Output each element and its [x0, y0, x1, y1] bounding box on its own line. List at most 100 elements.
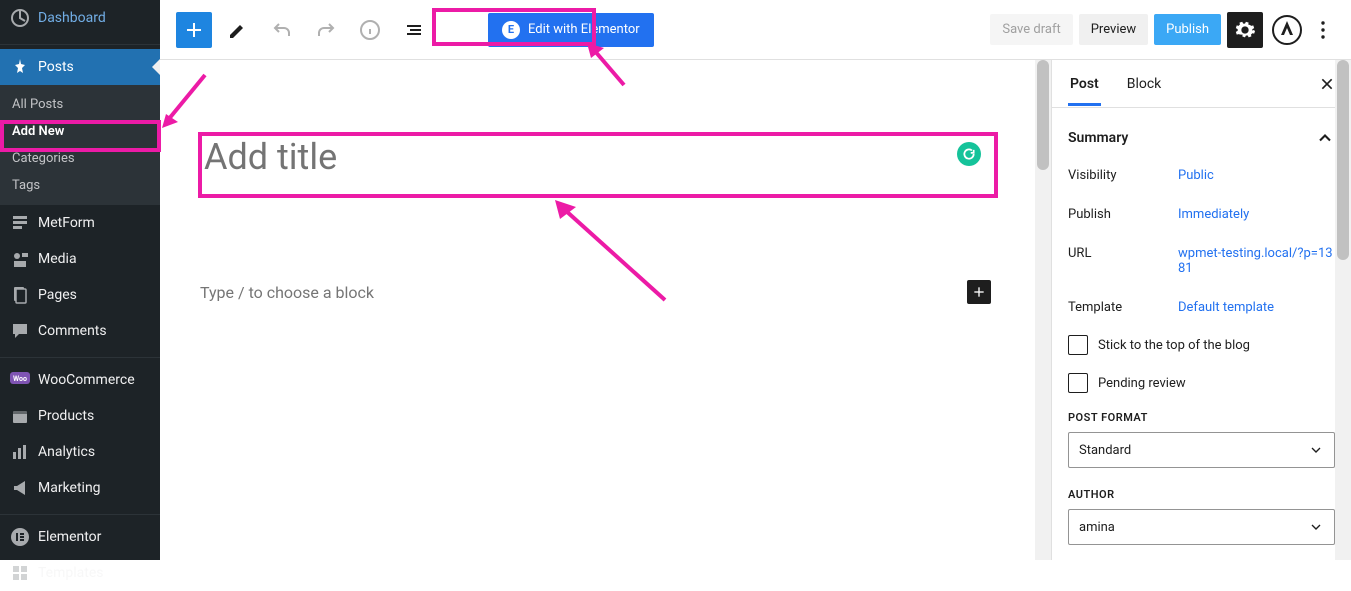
- preview-button[interactable]: Preview: [1079, 14, 1148, 45]
- grammarly-icon[interactable]: [957, 142, 981, 166]
- sidebar-label-media: Media: [38, 251, 77, 267]
- close-settings-button[interactable]: [1319, 76, 1335, 92]
- gear-icon: [1234, 19, 1256, 41]
- stick-checkbox-row[interactable]: Stick to the top of the blog: [1068, 335, 1335, 355]
- more-vertical-icon: [1313, 18, 1333, 42]
- sidebar-label-analytics: Analytics: [38, 444, 95, 460]
- sidebar-item-metform[interactable]: MetForm: [0, 205, 160, 241]
- sidebar-label-pages: Pages: [38, 287, 77, 303]
- undo-button[interactable]: [264, 12, 300, 48]
- slash-prompt-block[interactable]: Type / to choose a block: [200, 280, 991, 304]
- admin-sidebar: Dashboard Posts All Posts Add New Catego…: [0, 0, 160, 560]
- submenu-all-posts[interactable]: All Posts: [0, 91, 160, 118]
- plus-icon: [971, 284, 987, 300]
- scrollbar-thumb[interactable]: [1337, 60, 1349, 260]
- url-value[interactable]: wpmet-testing.local/?p=1381: [1178, 246, 1333, 276]
- submenu-tags[interactable]: Tags: [0, 172, 160, 199]
- sidebar-item-marketing[interactable]: Marketing: [0, 470, 160, 506]
- sidebar-item-dashboard[interactable]: Dashboard: [0, 0, 160, 36]
- summary-panel: Summary Visibility Public Publish Immedi…: [1052, 108, 1335, 545]
- info-button[interactable]: [352, 12, 388, 48]
- sidebar-label-posts: Posts: [38, 59, 74, 75]
- sidebar-item-analytics[interactable]: Analytics: [0, 434, 160, 470]
- sidebar-label-woocommerce: WooCommerce: [38, 372, 135, 388]
- analytics-icon: [10, 442, 30, 462]
- elementor-button-label: Edit with Elementor: [528, 22, 640, 37]
- sidebar-item-comments[interactable]: Comments: [0, 313, 160, 349]
- pending-checkbox[interactable]: [1068, 373, 1088, 393]
- undo-icon: [270, 18, 294, 42]
- stick-checkbox[interactable]: [1068, 335, 1088, 355]
- sidebar-label-elementor: Elementor: [38, 529, 101, 545]
- publish-row[interactable]: Publish Immediately: [1068, 207, 1335, 222]
- submenu-add-new[interactable]: Add New: [0, 118, 160, 145]
- astra-icon: [1272, 15, 1302, 45]
- svg-text:Woo: Woo: [13, 375, 27, 383]
- sidebar-item-posts[interactable]: Posts: [0, 49, 160, 85]
- templates-icon: [10, 563, 30, 583]
- editor-scrollbar[interactable]: [1035, 60, 1051, 560]
- sidebar-item-woocommerce[interactable]: Woo WooCommerce: [0, 362, 160, 398]
- post-format-select[interactable]: Standard: [1068, 432, 1335, 468]
- tab-post[interactable]: Post: [1068, 62, 1101, 106]
- submenu-categories[interactable]: Categories: [0, 145, 160, 172]
- save-draft-button[interactable]: Save draft: [990, 14, 1072, 45]
- list-view-button[interactable]: [396, 12, 432, 48]
- author-label: AUTHOR: [1068, 488, 1335, 501]
- sidebar-item-products[interactable]: Products: [0, 398, 160, 434]
- elementor-badge-icon: E: [502, 21, 520, 39]
- toolbar-left-group: E Edit with Elementor: [176, 12, 654, 48]
- url-row[interactable]: URL wpmet-testing.local/?p=1381: [1068, 246, 1335, 276]
- sidebar-label-metform: MetForm: [38, 215, 95, 231]
- sidebar-item-templates[interactable]: Templates: [0, 555, 160, 591]
- sidebar-item-media[interactable]: Media: [0, 241, 160, 277]
- post-title-input[interactable]: [200, 130, 991, 184]
- sidebar-item-pages[interactable]: Pages: [0, 277, 160, 313]
- form-icon: [10, 213, 30, 233]
- template-row[interactable]: Template Default template: [1068, 300, 1335, 315]
- media-icon: [10, 249, 30, 269]
- add-block-button[interactable]: [176, 12, 212, 48]
- author-select[interactable]: amina: [1068, 509, 1335, 545]
- summary-body: Visibility Public Publish Immediately UR…: [1068, 168, 1335, 545]
- astra-button[interactable]: [1269, 12, 1305, 48]
- pending-checkbox-row[interactable]: Pending review: [1068, 373, 1335, 393]
- products-icon: [10, 406, 30, 426]
- toolbar-right-group: Save draft Preview Publish: [990, 12, 1335, 48]
- visibility-row[interactable]: Visibility Public: [1068, 168, 1335, 183]
- editor-toolbar: E Edit with Elementor Save draft Preview…: [160, 0, 1351, 60]
- settings-gear-button[interactable]: [1227, 12, 1263, 48]
- sidebar-label-marketing: Marketing: [38, 480, 101, 496]
- scrollbar-thumb[interactable]: [1037, 60, 1049, 170]
- menu-separator: [0, 40, 160, 45]
- redo-icon: [314, 18, 338, 42]
- settings-scroll-area: Summary Visibility Public Publish Immedi…: [1052, 108, 1351, 560]
- edit-with-elementor-button[interactable]: E Edit with Elementor: [488, 13, 654, 47]
- inline-add-block-button[interactable]: [967, 280, 991, 304]
- author-value: amina: [1079, 520, 1115, 535]
- woocommerce-icon: Woo: [10, 370, 30, 390]
- sidebar-label-templates: Templates: [38, 565, 104, 581]
- settings-scrollbar[interactable]: [1335, 60, 1351, 560]
- list-view-icon: [402, 18, 426, 42]
- more-options-button[interactable]: [1311, 12, 1335, 48]
- stick-label: Stick to the top of the blog: [1098, 338, 1250, 353]
- summary-toggle[interactable]: Summary: [1068, 128, 1335, 148]
- tools-button[interactable]: [220, 12, 256, 48]
- redo-button[interactable]: [308, 12, 344, 48]
- pushpin-icon: [10, 57, 30, 77]
- visibility-value[interactable]: Public: [1178, 168, 1214, 183]
- menu-separator: [0, 510, 160, 515]
- template-value[interactable]: Default template: [1178, 300, 1274, 315]
- pages-icon: [10, 285, 30, 305]
- publish-value[interactable]: Immediately: [1178, 207, 1249, 222]
- post-format-value: Standard: [1079, 443, 1131, 458]
- publish-button[interactable]: Publish: [1154, 14, 1221, 45]
- tab-block[interactable]: Block: [1125, 62, 1164, 106]
- sidebar-label-products: Products: [38, 408, 94, 424]
- chevron-down-icon: [1308, 442, 1324, 458]
- post-title-block: [200, 130, 991, 184]
- sidebar-item-elementor[interactable]: Elementor: [0, 519, 160, 555]
- chevron-up-icon: [1315, 128, 1335, 148]
- sidebar-label-dashboard: Dashboard: [38, 10, 106, 26]
